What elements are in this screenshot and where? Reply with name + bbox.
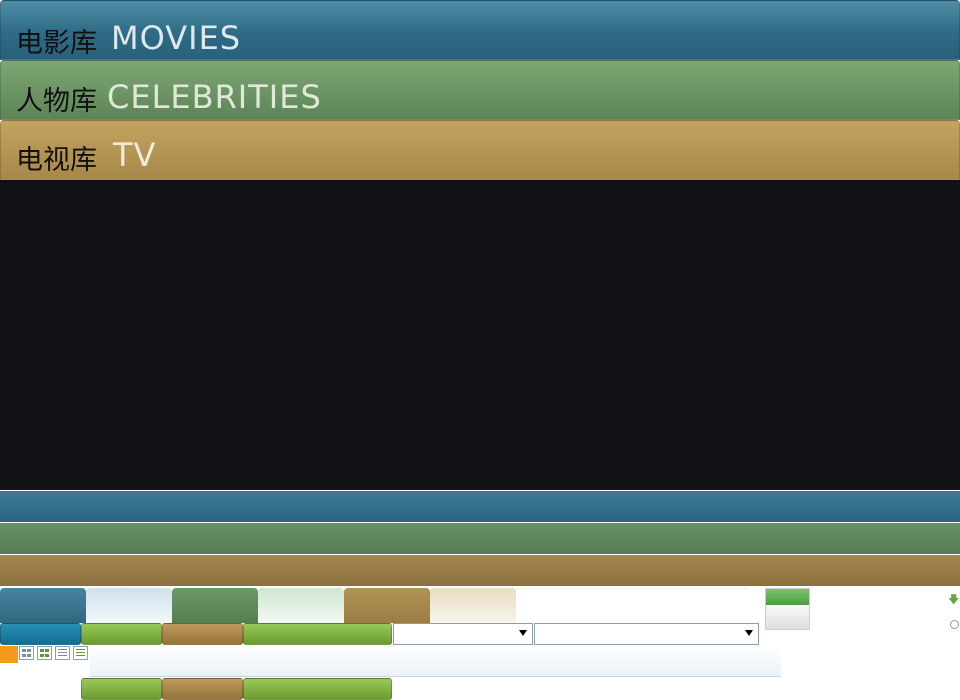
toggle-off-state [766, 605, 809, 629]
list-view-active-icon[interactable] [73, 646, 88, 660]
list-view-icon[interactable] [55, 646, 70, 660]
wide-green-button[interactable] [243, 623, 392, 645]
tab-celebrities-cn-label: 人物库 [16, 86, 97, 117]
grid-view-icon[interactable] [19, 646, 34, 660]
tab-swatch-celebrities-active[interactable] [172, 588, 258, 623]
orange-marker [0, 646, 18, 663]
stripe-celebrities[interactable] [0, 523, 960, 554]
tab-tv-cn-label: 电视库 [16, 145, 97, 176]
tab-swatch-tv-inactive[interactable] [430, 588, 516, 623]
chevron-down-icon [519, 630, 527, 636]
tab-swatch-celebrities-inactive[interactable] [258, 588, 344, 623]
stripe-tv[interactable] [0, 555, 960, 586]
gold-button[interactable] [162, 623, 243, 645]
green-button[interactable] [81, 678, 162, 700]
arrow-down-icon[interactable]: 🡇 [948, 594, 959, 606]
tab-swatch-movies-active[interactable] [0, 588, 86, 623]
stripe-movies[interactable] [0, 491, 960, 522]
green-toggle-button[interactable] [765, 588, 810, 630]
tab-celebrities[interactable]: 人物库 CELEBRITIES [0, 60, 960, 120]
gold-button[interactable] [162, 678, 243, 700]
toggle-on-state [766, 589, 809, 605]
blue-button[interactable] [0, 623, 81, 645]
tab-swatch-movies-inactive[interactable] [86, 588, 172, 623]
dropdown-select-2[interactable] [534, 623, 759, 645]
wide-green-button[interactable] [243, 678, 392, 700]
radio-icon[interactable] [950, 620, 959, 629]
tab-swatch-tv-active[interactable] [344, 588, 430, 623]
dropdown-select-1[interactable] [393, 623, 533, 645]
grid-view-active-icon[interactable] [37, 646, 52, 660]
content-panel [0, 180, 960, 490]
tab-tv-en-label: TV [113, 136, 157, 174]
green-button[interactable] [81, 623, 162, 645]
tab-tv[interactable]: 电视库 TV [0, 120, 960, 180]
tab-movies-en-label: MOVIES [111, 19, 242, 57]
tab-celebrities-en-label: CELEBRITIES [107, 78, 322, 116]
chevron-down-icon [745, 630, 753, 636]
tab-movies[interactable]: 电影库 MOVIES [0, 0, 960, 60]
blank-area [516, 588, 748, 621]
tab-movies-cn-label: 电影库 [16, 28, 97, 59]
toolbar-background [90, 646, 781, 677]
